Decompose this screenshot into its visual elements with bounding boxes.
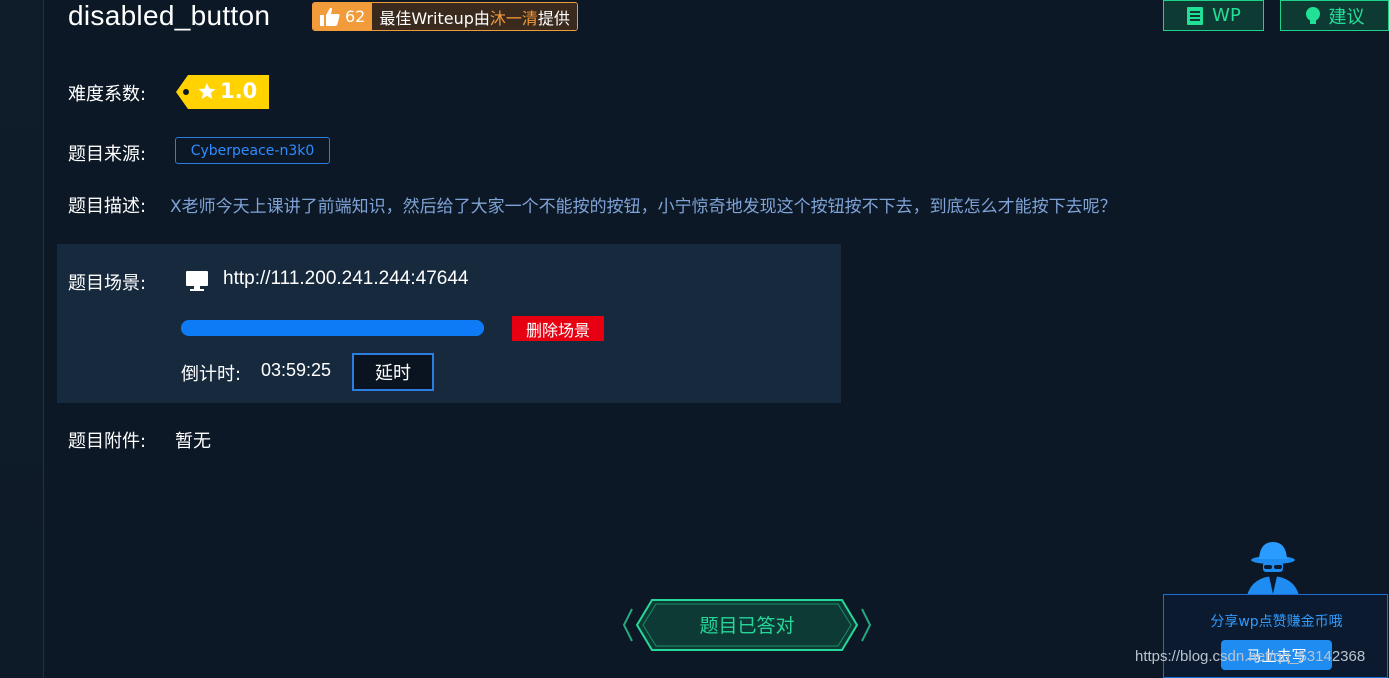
writeup-credit-suffix: 提供 (537, 8, 570, 28)
countdown-value: 03:59:25 (261, 360, 332, 380)
scene-label: 题目场景: (68, 273, 147, 294)
document-icon (1187, 6, 1204, 25)
share-writeup-card: 分享wp点赞赚金币哦 马上去写 (1163, 594, 1388, 678)
like-count-value: 62 (345, 7, 366, 26)
lightbulb-icon (1305, 6, 1320, 24)
challenge-title: disabled_button (68, 0, 271, 31)
spy-mascot-icon (1246, 542, 1300, 602)
scene-url-link[interactable]: http://111.200.241.244:47644 (223, 268, 468, 290)
description-label: 题目描述: (68, 196, 147, 217)
best-writeup-badge[interactable]: 62 最佳Writeup由 沐一清 提供 (312, 2, 578, 31)
writeup-credit[interactable]: 最佳Writeup由 沐一清 提供 (372, 3, 577, 30)
answered-status-label: 题目已答对 (699, 615, 795, 637)
answered-status-button[interactable]: 题目已答对 (620, 594, 874, 656)
description-text: X老师今天上课讲了前端知识，然后给了大家一个不能按的按钮，小宁惊奇地发现这个按钮… (170, 197, 1117, 217)
countdown-label: 倒计时: (181, 364, 242, 385)
attachment-value: 暂无 (175, 431, 211, 452)
source-label: 题目来源: (68, 144, 147, 165)
delete-scene-button[interactable]: 删除场景 (512, 316, 604, 341)
suggest-button-label: 建议 (1328, 6, 1365, 28)
like-count[interactable]: 62 (313, 3, 373, 30)
share-writeup-text: 分享wp点赞赚金币哦 (1210, 614, 1343, 630)
monitor-icon (186, 271, 208, 291)
suggest-button[interactable]: 建议 (1280, 0, 1389, 31)
difficulty-tag: 1.0 (176, 75, 269, 109)
writeup-author[interactable]: 沐一清 (490, 5, 538, 29)
wp-button[interactable]: WP (1163, 0, 1264, 31)
thumbs-up-icon (320, 7, 340, 26)
difficulty-value: 1.0 (220, 79, 258, 103)
watermark-url: https://blog.csdn.net/qq_53142368 (1135, 648, 1366, 665)
attachment-label: 题目附件: (68, 431, 147, 452)
left-rail (0, 0, 44, 678)
scene-progress-bar (181, 320, 484, 336)
extend-time-button[interactable]: 延时 (352, 353, 434, 391)
source-tag[interactable]: Cyberpeace-n3k0 (175, 137, 330, 164)
difficulty-label: 难度系数: (68, 84, 147, 105)
writeup-credit-prefix: 最佳Writeup由 (379, 8, 490, 28)
scene-box: 题目场景: http://111.200.241.244:47644 删除场景 … (57, 244, 841, 403)
wp-button-label: WP (1212, 5, 1241, 26)
scene-progress-fill (181, 320, 484, 336)
